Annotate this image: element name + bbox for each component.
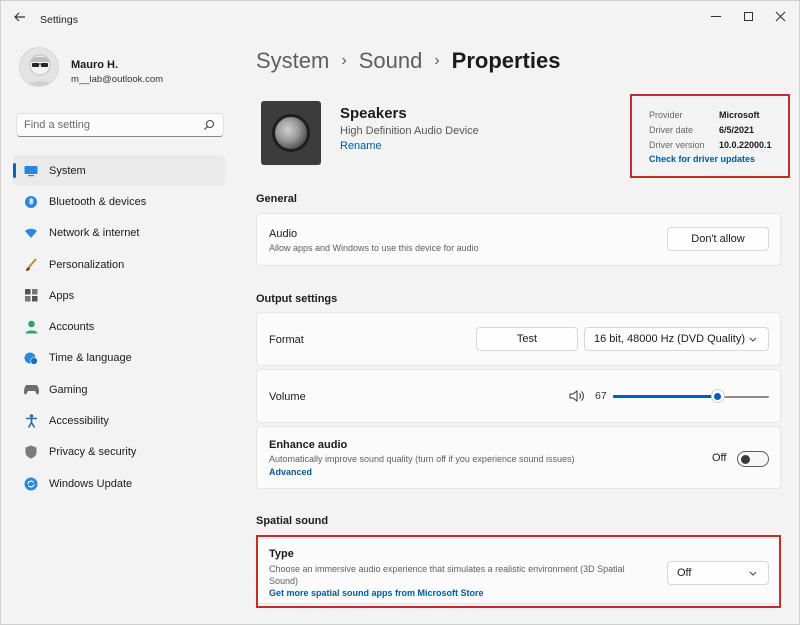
spatial-type-highlight bbox=[256, 535, 781, 608]
enhance-audio-title: Enhance audio bbox=[269, 439, 348, 451]
sidebar-item-bluetooth[interactable]: Bluetooth & devices bbox=[13, 186, 225, 217]
brush-icon bbox=[23, 257, 39, 273]
breadcrumb-sound[interactable]: Sound bbox=[359, 48, 423, 74]
check-driver-updates-link[interactable]: Check for driver updates bbox=[649, 154, 755, 164]
sidebar-item-label: System bbox=[49, 164, 86, 177]
person-icon bbox=[23, 319, 39, 335]
test-button[interactable]: Test bbox=[476, 327, 578, 351]
sidebar-item-label: Windows Update bbox=[49, 477, 133, 490]
settings-window: Settings Mauro H. m__lab@outlook.com Fin… bbox=[0, 0, 800, 625]
search-icon bbox=[204, 119, 215, 130]
volume-title: Volume bbox=[269, 391, 306, 403]
back-arrow-icon[interactable] bbox=[13, 10, 29, 26]
enhance-audio-subtitle: Automatically improve sound quality (tur… bbox=[269, 454, 575, 464]
sidebar-item-apps[interactable]: Apps bbox=[13, 280, 225, 311]
dont-allow-button[interactable]: Don't allow bbox=[667, 227, 769, 251]
section-heading-spatial: Spatial sound bbox=[256, 515, 329, 527]
speaker-icon bbox=[261, 101, 321, 165]
sidebar-item-label: Gaming bbox=[49, 383, 88, 396]
sidebar-item-accounts[interactable]: Accounts bbox=[13, 311, 225, 342]
format-dropdown[interactable]: 16 bit, 48000 Hz (DVD Quality) bbox=[584, 327, 769, 351]
driver-version-value: 10.0.22000.1 bbox=[719, 140, 772, 150]
audio-card: Audio Allow apps and Windows to use this… bbox=[256, 213, 781, 266]
volume-slider-thumb[interactable] bbox=[710, 389, 725, 403]
page-title: Properties bbox=[451, 48, 561, 73]
volume-slider-fill bbox=[613, 395, 718, 398]
profile-email: m__lab@outlook.com bbox=[71, 74, 164, 85]
sidebar-item-label: Time & language bbox=[49, 352, 132, 365]
sidebar-item-label: Personalization bbox=[49, 258, 125, 271]
sidebar-item-label: Privacy & security bbox=[49, 446, 137, 459]
format-selected: 16 bit, 48000 Hz (DVD Quality) bbox=[594, 333, 746, 345]
section-heading-general: General bbox=[256, 193, 297, 205]
sidebar-item-label: Network & internet bbox=[49, 227, 140, 240]
breadcrumb-system[interactable]: System bbox=[256, 48, 329, 74]
breadcrumb: System › Sound › Properties bbox=[256, 45, 560, 77]
bluetooth-icon bbox=[23, 194, 39, 210]
shield-icon bbox=[23, 444, 39, 460]
accessibility-icon bbox=[23, 413, 39, 429]
sidebar-item-accessibility[interactable]: Accessibility bbox=[13, 405, 225, 436]
volume-value: 67 bbox=[595, 390, 607, 402]
driver-version-label: Driver version bbox=[649, 140, 705, 150]
driver-date-value: 6/5/2021 bbox=[719, 125, 755, 135]
audio-title: Audio bbox=[269, 228, 298, 240]
audio-subtitle: Allow apps and Windows to use this devic… bbox=[269, 243, 479, 253]
search-placeholder: Find a setting bbox=[24, 119, 91, 131]
monitor-icon bbox=[23, 163, 39, 179]
volume-card: Volume 67 bbox=[256, 369, 781, 423]
sidebar-item-personalization[interactable]: Personalization bbox=[13, 249, 225, 280]
speaker-volume-icon[interactable] bbox=[569, 389, 585, 403]
format-card: Format Test 16 bit, 48000 Hz (DVD Qualit… bbox=[256, 312, 781, 366]
chevron-down-icon bbox=[749, 337, 757, 342]
sidebar-item-gaming[interactable]: Gaming bbox=[13, 374, 225, 405]
enhance-audio-toggle[interactable] bbox=[737, 451, 769, 467]
sidebar-item-system[interactable]: System bbox=[13, 155, 225, 187]
user-profile[interactable]: Mauro H. m__lab@outlook.com bbox=[19, 47, 219, 97]
close-icon bbox=[775, 11, 785, 21]
driver-date-label: Driver date bbox=[649, 125, 694, 135]
format-title: Format bbox=[269, 334, 304, 346]
rename-link[interactable]: Rename bbox=[340, 140, 382, 152]
sidebar-nav: System Bluetooth & devices Network & int… bbox=[13, 155, 225, 499]
close-button[interactable] bbox=[765, 5, 795, 27]
apps-icon bbox=[23, 288, 39, 304]
window-title: Settings bbox=[40, 14, 78, 26]
globe-clock-icon bbox=[23, 350, 39, 366]
sidebar-item-label: Apps bbox=[49, 289, 75, 302]
wifi-icon bbox=[23, 225, 39, 241]
chevron-right-icon: › bbox=[434, 52, 440, 69]
device-name: Speakers bbox=[340, 105, 407, 122]
title-bar: Settings bbox=[1, 1, 799, 35]
chevron-right-icon: › bbox=[341, 52, 347, 69]
advanced-link[interactable]: Advanced bbox=[269, 467, 312, 477]
minimize-button[interactable] bbox=[701, 5, 731, 27]
enhance-toggle-state: Off bbox=[712, 452, 727, 464]
sidebar-item-label: Accessibility bbox=[49, 415, 109, 428]
minimize-icon bbox=[711, 15, 721, 17]
sidebar-item-network[interactable]: Network & internet bbox=[13, 218, 225, 249]
sidebar-item-label: Bluetooth & devices bbox=[49, 195, 147, 208]
gamepad-icon bbox=[23, 382, 39, 398]
sidebar-item-privacy[interactable]: Privacy & security bbox=[13, 437, 225, 468]
provider-label: Provider bbox=[649, 110, 683, 120]
avatar bbox=[19, 47, 59, 87]
driver-info-panel: Provider Microsoft Driver date 6/5/2021 … bbox=[630, 94, 790, 178]
sidebar-item-time-language[interactable]: Time & language bbox=[13, 343, 225, 374]
device-header: Speakers High Definition Audio Device Re… bbox=[259, 101, 619, 169]
sidebar-item-label: Accounts bbox=[49, 321, 95, 334]
device-description: High Definition Audio Device bbox=[340, 125, 479, 137]
maximize-icon bbox=[743, 11, 753, 21]
section-heading-output: Output settings bbox=[256, 293, 338, 305]
enhance-audio-card: Enhance audio Automatically improve soun… bbox=[256, 426, 781, 489]
profile-name: Mauro H. bbox=[71, 59, 119, 71]
provider-value: Microsoft bbox=[719, 110, 760, 120]
maximize-button[interactable] bbox=[733, 5, 763, 27]
update-icon bbox=[23, 476, 39, 492]
sidebar-item-windows-update[interactable]: Windows Update bbox=[13, 468, 225, 499]
search-input[interactable]: Find a setting bbox=[16, 113, 224, 137]
